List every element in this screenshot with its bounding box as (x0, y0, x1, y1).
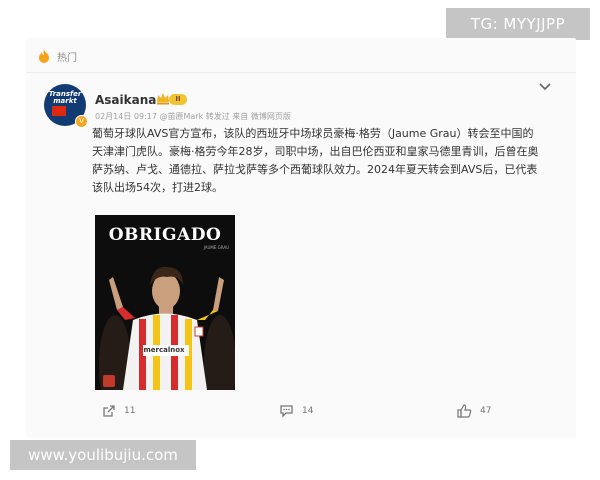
chevron-down-icon[interactable] (538, 82, 552, 92)
repost-button[interactable]: 11 (102, 404, 135, 418)
level-badge: II (169, 94, 187, 105)
hot-flame-icon (39, 50, 49, 63)
comment-icon (280, 405, 293, 418)
like-count: 47 (480, 406, 492, 416)
share-icon (103, 405, 115, 417)
club-crest-icon (103, 375, 115, 387)
post-text: 葡萄牙球队AVS官方宣布，该队的西班牙中场球员豪梅·格劳（Jaume Grau）… (92, 127, 539, 194)
avatar-logo: Transfer markt (48, 90, 82, 105)
post-meta: 02月14日 09:17 @苗原Mark 转发过 来自 微博网页版 (95, 112, 291, 121)
comment-button[interactable]: 14 (279, 404, 313, 418)
action-bar: 11 14 47 (26, 404, 576, 424)
crown-icon (157, 93, 169, 105)
player-photo (99, 266, 235, 390)
repost-count: 11 (124, 406, 136, 416)
hot-label: 热门 (57, 52, 77, 64)
tg-watermark: TG: MYYJJPP (446, 8, 590, 40)
comment-count: 14 (302, 406, 314, 416)
shirt-sponsor: mercalnox (143, 346, 185, 354)
china-flag-icon (52, 106, 66, 116)
divider (26, 72, 576, 73)
hot-section-header: 热门 (37, 48, 77, 64)
weibo-post-card: 热门 Transfer markt V Asaikana II 02月14日 0… (26, 38, 576, 438)
site-watermark: www.youlibujiu.com (10, 440, 196, 470)
like-button[interactable]: 47 (457, 404, 491, 418)
post-image[interactable]: OBRIGADO JAUME GRAU mercalnox (95, 215, 235, 390)
thumbs-up-icon (457, 404, 472, 418)
verified-v-icon: V (75, 115, 88, 128)
author-name[interactable]: Asaikana (95, 93, 156, 107)
